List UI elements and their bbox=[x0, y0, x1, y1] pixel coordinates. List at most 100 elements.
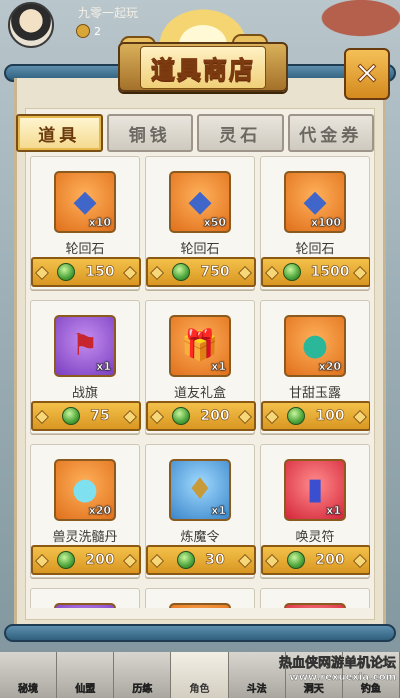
blue-stone-icon: ◆ x50 bbox=[169, 171, 231, 233]
shop-item-card[interactable]: 🎁 x1 道友礼盒 200 bbox=[145, 300, 256, 434]
item-glyph: ◆ bbox=[188, 184, 212, 219]
jade-currency-icon bbox=[172, 263, 191, 281]
beast-pill-icon: ● x20 bbox=[54, 459, 116, 521]
item-name: 战旗 bbox=[71, 386, 98, 401]
item-name: 炼魔令 bbox=[180, 530, 220, 545]
player-avatar[interactable] bbox=[8, 2, 54, 48]
buy-button[interactable]: 200 bbox=[146, 401, 256, 431]
shop-item-card[interactable]: ● x20 兽灵洗髓丹 200 bbox=[30, 444, 141, 578]
item-quantity: x10 bbox=[88, 216, 111, 229]
coin-icon bbox=[76, 24, 90, 38]
war-flag-icon: ⚑ x1 bbox=[54, 315, 116, 377]
tab-0[interactable]: 道具 bbox=[16, 114, 103, 152]
nav-item-2[interactable]: 历练 bbox=[114, 652, 172, 698]
item-price: 75 bbox=[90, 408, 110, 425]
buy-button[interactable]: 750 bbox=[146, 257, 256, 287]
item-glyph: ▮ bbox=[306, 472, 324, 507]
buy-button[interactable]: 1500 bbox=[261, 257, 370, 287]
buy-button[interactable]: 200 bbox=[31, 545, 141, 575]
jade-currency-icon bbox=[282, 263, 301, 281]
shop-title-plaque: 道具商店 bbox=[140, 45, 266, 89]
item-grid-viewport[interactable]: ◆ x10 轮回石 150 ◆ x50 轮回石 750 ◆ x100 轮回石 1500 ⚑ x1 战旗 75 🎁… bbox=[30, 156, 370, 608]
item-quantity: x1 bbox=[211, 504, 226, 517]
jade-currency-icon bbox=[57, 263, 76, 281]
shop-item-card[interactable]: ▮ x1 唤灵符 200 bbox=[260, 444, 370, 578]
item-quantity: x50 bbox=[203, 216, 226, 229]
nav-item-4[interactable]: 斗法 bbox=[229, 652, 286, 698]
item-quantity: x1 bbox=[211, 360, 226, 373]
item-price: 100 bbox=[315, 408, 345, 425]
item-icon bbox=[284, 603, 346, 608]
item-icon bbox=[54, 603, 116, 608]
watermark-url: www.rexuexia.com bbox=[289, 671, 396, 683]
watermark-title: 热血侠网游单机论坛 bbox=[278, 656, 397, 672]
item-price: 1500 bbox=[310, 264, 350, 281]
item-name: 兽灵洗髓丹 bbox=[52, 530, 118, 545]
jade-currency-icon bbox=[287, 551, 306, 569]
item-quantity: x1 bbox=[326, 504, 341, 517]
shop-title: 道具商店 bbox=[151, 55, 255, 84]
buy-button[interactable]: 100 bbox=[261, 401, 370, 431]
item-glyph: 🎁 bbox=[181, 328, 219, 363]
tab-1[interactable]: 铜钱 bbox=[106, 114, 193, 152]
blue-stone-icon: ◆ x10 bbox=[54, 171, 116, 233]
item-quantity: x100 bbox=[310, 216, 341, 229]
item-quantity: x20 bbox=[88, 504, 111, 517]
tab-2[interactable]: 灵石 bbox=[197, 114, 284, 152]
jade-currency-icon bbox=[287, 407, 306, 425]
item-glyph: ◆ bbox=[303, 184, 327, 219]
shop-item-card[interactable]: ♦ x1 炼魔令 30 bbox=[145, 444, 256, 578]
buy-button[interactable]: 30 bbox=[146, 545, 256, 575]
coin-counter: 2 bbox=[76, 24, 101, 38]
item-quantity: x1 bbox=[96, 360, 111, 373]
shop-item-card[interactable] bbox=[260, 588, 370, 608]
item-price: 750 bbox=[200, 264, 230, 281]
item-glyph: ⚑ bbox=[71, 328, 99, 363]
buy-button[interactable]: 200 bbox=[261, 545, 370, 575]
item-quantity: x20 bbox=[318, 360, 341, 373]
item-name: 轮回石 bbox=[180, 242, 220, 257]
item-price: 200 bbox=[315, 552, 345, 569]
jade-currency-icon bbox=[62, 407, 81, 425]
scroll-rod-bottom bbox=[4, 624, 396, 642]
item-price: 150 bbox=[85, 264, 115, 281]
item-name: 甘甜玉露 bbox=[288, 386, 341, 401]
item-price: 30 bbox=[205, 552, 225, 569]
shop-item-card[interactable]: ● x20 甘甜玉露 100 bbox=[260, 300, 370, 434]
shop-item-card[interactable]: ◆ x50 轮回石 750 bbox=[145, 156, 256, 290]
item-name: 轮回石 bbox=[295, 242, 335, 257]
shop-title-banner: 道具商店 bbox=[118, 42, 288, 92]
demon-token-icon: ♦ x1 bbox=[169, 459, 231, 521]
coin-value: 2 bbox=[94, 24, 101, 38]
jade-currency-icon bbox=[172, 407, 191, 425]
shop-item-card[interactable] bbox=[30, 588, 140, 608]
item-name: 道友礼盒 bbox=[173, 386, 226, 401]
shop-item-card[interactable]: ◆ x100 轮回石 1500 bbox=[260, 156, 370, 290]
nav-item-3[interactable]: 角色 bbox=[171, 652, 229, 698]
buy-button[interactable]: 75 bbox=[31, 401, 141, 431]
jade-dew-icon: ● x20 bbox=[284, 315, 346, 377]
item-glyph: ◆ bbox=[73, 184, 97, 219]
item-name: 轮回石 bbox=[65, 242, 105, 257]
item-glyph: ● bbox=[71, 472, 99, 507]
item-icon bbox=[169, 603, 231, 608]
buy-button[interactable]: 150 bbox=[31, 257, 141, 287]
nav-item-0[interactable]: 秘境 bbox=[0, 652, 58, 698]
shop-item-card[interactable] bbox=[145, 588, 255, 608]
jade-currency-icon bbox=[57, 551, 76, 569]
close-button[interactable]: ✕ bbox=[344, 48, 390, 100]
item-glyph: ♦ bbox=[186, 472, 214, 507]
jade-currency-icon bbox=[177, 551, 196, 569]
nav-item-1[interactable]: 仙盟 bbox=[57, 652, 115, 698]
item-price: 200 bbox=[200, 408, 230, 425]
shop-item-card[interactable]: ⚑ x1 战旗 75 bbox=[30, 300, 141, 434]
item-grid: ◆ x10 轮回石 150 ◆ x50 轮回石 750 ◆ x100 轮回石 1500 ⚑ x1 战旗 75 🎁… bbox=[30, 156, 370, 608]
item-glyph: ● bbox=[301, 328, 329, 363]
gift-box-icon: 🎁 x1 bbox=[169, 315, 231, 377]
blue-stone-icon: ◆ x100 bbox=[284, 171, 346, 233]
summon-talisman-icon: ▮ x1 bbox=[284, 459, 346, 521]
shop-item-card[interactable]: ◆ x10 轮回石 150 bbox=[30, 156, 141, 290]
tab-3[interactable]: 代金券 bbox=[287, 114, 374, 152]
shop-tabs: 道具 铜钱 灵石 代金券 bbox=[16, 114, 374, 152]
watermark: 热血侠网游单机论坛 www.rexuexia.com bbox=[278, 656, 397, 684]
